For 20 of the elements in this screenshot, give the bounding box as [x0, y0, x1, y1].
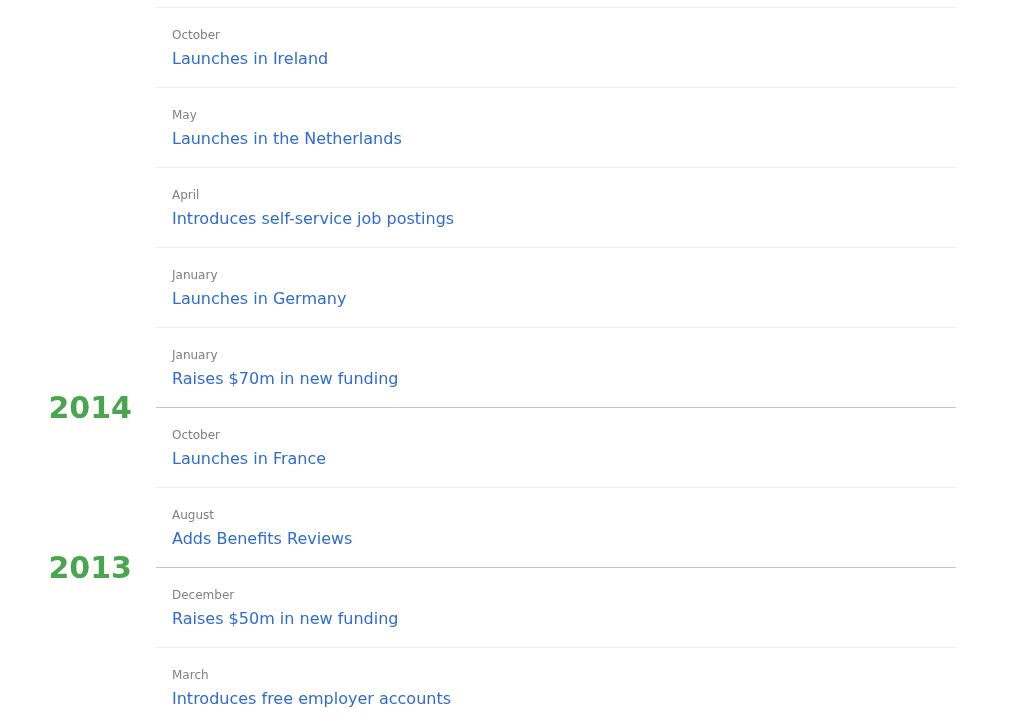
- event-link[interactable]: Launches in Ireland: [172, 46, 329, 72]
- event-link[interactable]: Launches in the Netherlands: [172, 126, 402, 152]
- year-label: 2013: [48, 550, 132, 586]
- event-link[interactable]: Raises $70m in new funding: [172, 366, 399, 392]
- event-link[interactable]: Raises $50m in new funding: [172, 606, 399, 632]
- event-month: January: [172, 347, 218, 364]
- event-link[interactable]: Introduces free employer accounts: [172, 686, 451, 712]
- event-month: October: [172, 27, 221, 44]
- event-month: April: [172, 187, 200, 204]
- year-label: 2014: [48, 390, 132, 426]
- event-link[interactable]: Launches in France: [172, 446, 327, 472]
- event-month: December: [172, 587, 235, 604]
- event-month: October: [172, 427, 221, 444]
- event-month: January: [172, 267, 218, 284]
- event-link[interactable]: Adds Benefits Reviews: [172, 526, 353, 552]
- event-month: August: [172, 507, 214, 524]
- event-month: March: [172, 667, 209, 684]
- event-link[interactable]: Introduces self-service job postings: [172, 206, 455, 232]
- event-month: May: [172, 107, 197, 124]
- event-link[interactable]: Launches in Germany: [172, 286, 347, 312]
